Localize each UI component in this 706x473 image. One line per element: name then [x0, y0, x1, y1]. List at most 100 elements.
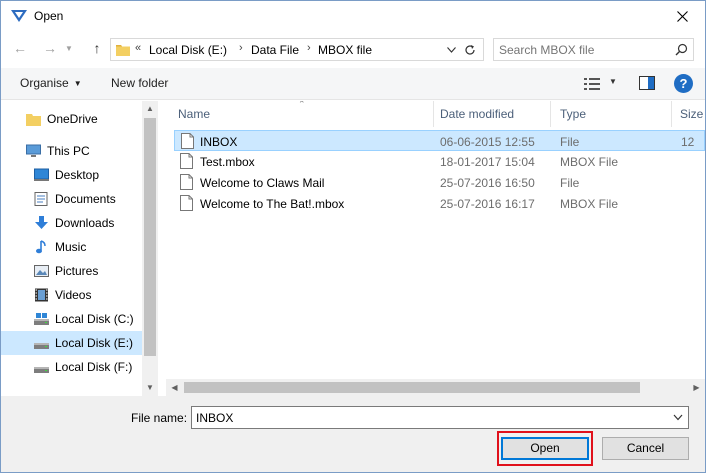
breadcrumb-data-file[interactable]: Data File	[251, 43, 299, 57]
nav-item-desktop[interactable]: Desktop	[1, 163, 142, 187]
organise-button[interactable]: Organise ▼	[20, 76, 82, 90]
chevron-down-icon	[446, 47, 456, 53]
new-folder-label: New folder	[111, 76, 169, 90]
file-type: File	[560, 135, 580, 149]
breadcrumb-mbox-file[interactable]: MBOX file	[318, 43, 372, 57]
arrow-right-icon: →	[43, 40, 57, 56]
change-view-button[interactable]: ▼	[584, 76, 620, 92]
address-bar[interactable]: « Local Disk (E:) › Data File › MBOX fil…	[110, 38, 484, 61]
chevron-down-icon: ▼	[609, 77, 617, 86]
file-row-welcome-to-the-bat-mbox[interactable]: Welcome to The Bat!.mbox 25-07-2016 16:1…	[174, 193, 705, 214]
scroll-thumb[interactable]	[184, 382, 640, 393]
breadcrumb-separator-icon[interactable]: ›	[239, 42, 243, 54]
sort-ascending-icon: ⌃	[298, 101, 306, 109]
scroll-up-icon[interactable]: ▲	[142, 101, 158, 117]
open-button[interactable]: Open	[501, 437, 589, 460]
file-name-combobox[interactable]	[191, 406, 689, 429]
recent-locations-button[interactable]: ▼	[63, 38, 75, 58]
file-name: Test.mbox	[200, 155, 255, 169]
help-button[interactable]: ?	[674, 74, 693, 93]
details-view-icon	[584, 78, 600, 90]
file-name: INBOX	[200, 135, 238, 149]
column-label: Size	[680, 107, 704, 121]
nav-item-documents[interactable]: Documents	[1, 187, 142, 211]
preview-pane-icon	[639, 76, 655, 90]
file-row-inbox[interactable]: INBOX 06-06-2015 12:55 File 12	[174, 130, 705, 151]
file-icon	[181, 133, 194, 149]
file-date: 18-01-2017 15:04	[440, 155, 535, 169]
file-icon	[180, 174, 193, 190]
documents-icon	[34, 192, 48, 206]
caret-down-icon: ▼	[73, 79, 82, 88]
preview-pane-button[interactable]	[639, 76, 655, 92]
search-icon	[675, 43, 688, 56]
file-row-test-mbox[interactable]: Test.mbox 18-01-2017 15:04 MBOX File	[174, 151, 705, 172]
new-folder-button[interactable]: New folder	[111, 76, 168, 90]
file-type: MBOX File	[560, 155, 619, 169]
bottom-bar: File name: Open Cancel	[1, 396, 705, 472]
nav-item-local-disk-e[interactable]: Local Disk (E:)	[1, 331, 142, 355]
column-label: Type	[560, 107, 587, 121]
file-size: 12	[681, 135, 695, 149]
pictures-icon	[34, 265, 49, 277]
navigation-pane: OneDrive This PC Desktop Documents Downl…	[1, 101, 158, 396]
folder-icon	[116, 45, 130, 56]
nav-label: Pictures	[55, 264, 99, 278]
desktop-icon	[34, 168, 49, 181]
nav-label: OneDrive	[47, 112, 98, 126]
refresh-button[interactable]	[461, 42, 479, 58]
up-button[interactable]: ↑	[87, 38, 107, 58]
nav-item-onedrive[interactable]: OneDrive	[1, 107, 142, 131]
column-header-date-modified[interactable]: Date modified	[430, 101, 550, 127]
window-title: Open	[34, 9, 64, 23]
nav-label: Desktop	[55, 168, 100, 182]
address-dropdown-button[interactable]	[444, 42, 458, 58]
file-icon	[180, 195, 193, 211]
file-name-label: File name:	[131, 411, 188, 425]
file-date: 25-07-2016 16:50	[440, 176, 535, 190]
arrow-left-icon: ←	[13, 40, 27, 56]
download-icon	[35, 216, 48, 229]
file-date: 06-06-2015 12:55	[440, 135, 535, 149]
search-box[interactable]	[493, 38, 694, 61]
file-row-welcome-to-claws-mail[interactable]: Welcome to Claws Mail 25-07-2016 16:50 F…	[174, 172, 705, 193]
refresh-icon	[465, 45, 475, 55]
back-button[interactable]: ←	[10, 38, 30, 58]
computer-icon	[26, 144, 41, 157]
column-header-size[interactable]: Size	[670, 101, 705, 127]
breadcrumb-overflow[interactable]: «	[135, 42, 141, 54]
search-input[interactable]	[499, 42, 669, 57]
nav-scrollbar[interactable]: ▲ ▼	[142, 101, 158, 396]
open-dialog: Open ← → ▼ ↑ « Local Disk (E:) › Data Fi…	[0, 0, 706, 473]
breadcrumb-local-disk-e[interactable]: Local Disk (E:)	[149, 43, 227, 57]
nav-label: Documents	[55, 192, 116, 206]
title-bar: Open	[1, 1, 705, 32]
forward-button[interactable]: →	[40, 38, 60, 58]
cancel-button[interactable]: Cancel	[602, 437, 689, 460]
file-name: Welcome to Claws Mail	[200, 176, 325, 190]
nav-item-music[interactable]: Music	[1, 235, 142, 259]
nav-item-pictures[interactable]: Pictures	[1, 259, 142, 283]
column-header-name[interactable]: ⌃ Name	[166, 101, 433, 127]
column-header-type[interactable]: Type	[550, 101, 670, 127]
nav-item-local-disk-f[interactable]: Local Disk (F:)	[1, 355, 142, 379]
nav-label: Local Disk (C:)	[55, 312, 134, 326]
scroll-down-icon[interactable]: ▼	[142, 380, 158, 396]
file-icon	[180, 153, 193, 169]
nav-item-downloads[interactable]: Downloads	[1, 211, 142, 235]
close-icon	[676, 10, 688, 22]
help-icon: ?	[679, 76, 688, 91]
file-list: ⌃ Name Date modified Type Size INBOX 06-…	[166, 101, 705, 396]
nav-item-this-pc[interactable]: This PC	[1, 139, 142, 163]
chevron-down-icon[interactable]	[671, 410, 685, 425]
scroll-thumb[interactable]	[144, 118, 156, 356]
file-name: Welcome to The Bat!.mbox	[200, 197, 345, 211]
breadcrumb-separator-icon[interactable]: ›	[307, 42, 311, 54]
nav-item-local-disk-c[interactable]: Local Disk (C:)	[1, 307, 142, 331]
file-list-hscrollbar[interactable]: ◀ ▶	[166, 379, 705, 396]
close-button[interactable]	[667, 3, 697, 29]
scroll-right-icon[interactable]: ▶	[688, 379, 705, 396]
nav-item-videos[interactable]: Videos	[1, 283, 142, 307]
file-name-input[interactable]	[196, 410, 666, 425]
scroll-left-icon[interactable]: ◀	[166, 379, 183, 396]
